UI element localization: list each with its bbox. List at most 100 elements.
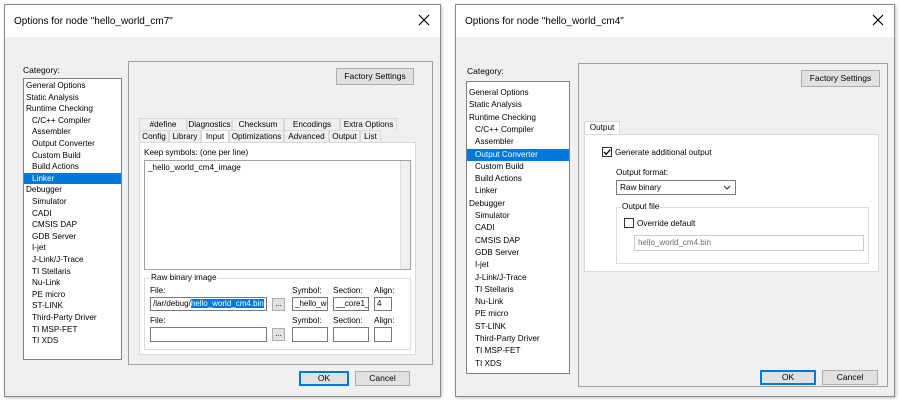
category-item[interactable]: TI XDS — [467, 358, 569, 370]
symbol-input-2[interactable] — [292, 327, 328, 342]
cancel-button[interactable]: Cancel — [355, 371, 410, 386]
title-bar: Options for node "hello_world_cm7" — [5, 5, 440, 37]
category-item[interactable]: CMSIS DAP — [24, 219, 121, 231]
raw-binary-file-input-2[interactable] — [150, 327, 267, 342]
category-item[interactable]: Assembler — [24, 126, 121, 138]
category-item[interactable]: C/C++ Compiler — [24, 115, 121, 127]
category-item[interactable]: CADI — [467, 222, 569, 234]
category-item[interactable]: Runtime Checking — [24, 103, 121, 115]
category-item[interactable]: GDB Server — [24, 231, 121, 243]
category-item[interactable]: Build Actions — [24, 161, 121, 173]
keep-symbols-textbox[interactable]: _hello_world_cm4_image — [144, 160, 411, 270]
category-item[interactable]: Runtime Checking — [467, 112, 569, 124]
category-item[interactable]: General Options — [467, 87, 569, 99]
keep-symbols-scrollbar[interactable] — [400, 161, 410, 269]
category-item[interactable]: TI Stellaris — [24, 266, 121, 278]
tab-checksum[interactable]: Checksum — [232, 118, 284, 130]
category-item[interactable]: CADI — [24, 208, 121, 220]
category-list[interactable]: General Options Static Analysis Runtime Ch… — [466, 81, 570, 374]
category-item[interactable]: PE micro — [24, 289, 121, 301]
category-item[interactable]: Custom Build — [467, 161, 569, 173]
override-default-label: Override default — [637, 219, 696, 228]
category-item[interactable]: I-jet — [467, 259, 569, 271]
category-item[interactable]: TI MSP-FET — [24, 324, 121, 336]
align-input-1[interactable]: 4 — [374, 297, 392, 311]
tab-output[interactable]: Output — [329, 130, 360, 142]
symbol-label-2: Symbol: — [292, 316, 322, 325]
category-item[interactable]: Nu-Link — [467, 296, 569, 308]
category-item[interactable]: Custom Build — [24, 150, 121, 162]
tab-define[interactable]: #define — [139, 118, 187, 130]
category-item[interactable]: CMSIS DAP — [467, 235, 569, 247]
category-item[interactable]: GDB Server — [467, 247, 569, 259]
category-item[interactable]: Static Analysis — [467, 99, 569, 111]
symbol-input-1[interactable]: _hello_wo — [292, 297, 328, 311]
factory-settings-button[interactable]: Factory Settings — [336, 68, 414, 85]
factory-settings-button[interactable]: Factory Settings — [801, 70, 880, 87]
tab-extra-options[interactable]: Extra Options — [340, 118, 397, 130]
tab-list[interactable]: List — [360, 130, 381, 142]
ok-button[interactable]: OK — [760, 370, 816, 385]
category-item[interactable]: General Options — [24, 80, 121, 92]
section-input-1[interactable]: __core1_ — [333, 297, 369, 311]
browse-button-2[interactable]: ... — [272, 328, 285, 341]
file-path-prefix: /lar/debug/ — [153, 299, 191, 308]
section-label: Section: — [333, 286, 363, 295]
category-list[interactable]: General Options Static Analysis Runtime Ch… — [23, 78, 122, 360]
output-file-group-title: Output file — [621, 202, 661, 211]
generate-output-label: Generate additional output — [615, 148, 712, 157]
align-label: Align: — [374, 286, 395, 295]
category-item[interactable]: Third-Party Driver — [24, 312, 121, 324]
category-item[interactable]: Simulator — [467, 210, 569, 222]
category-item[interactable]: TI XDS — [24, 335, 121, 347]
browse-button-1[interactable]: ... — [272, 298, 285, 311]
tab-config[interactable]: Config — [139, 130, 169, 142]
close-icon[interactable] — [416, 12, 432, 28]
output-format-value: Raw binary — [620, 183, 661, 192]
output-format-select[interactable]: Raw binary — [616, 180, 736, 195]
tab-advanced[interactable]: Advanced — [284, 130, 329, 142]
override-default-checkbox[interactable] — [624, 218, 634, 228]
category-item[interactable]: TI Stellaris — [467, 284, 569, 296]
category-item[interactable]: Linker — [467, 185, 569, 197]
cancel-button[interactable]: Cancel — [822, 370, 878, 385]
category-item[interactable]: C/C++ Compiler — [467, 124, 569, 136]
category-item[interactable]: PE micro — [467, 308, 569, 320]
ok-button[interactable]: OK — [299, 371, 349, 386]
category-item[interactable]: Assembler — [467, 136, 569, 148]
category-item[interactable]: ST-LINK — [467, 321, 569, 333]
category-item[interactable]: Simulator — [24, 196, 121, 208]
category-item[interactable]: Nu-Link — [24, 277, 121, 289]
options-dialog-cm7: Options for node "hello_world_cm7" Categ… — [4, 4, 441, 397]
tab-diagnostics[interactable]: Diagnostics — [187, 118, 232, 130]
tab-library[interactable]: Library — [169, 130, 201, 142]
dialog-title: Options for node "hello_world_cm7" — [14, 16, 173, 27]
file-label: File: — [150, 286, 166, 295]
generate-output-checkbox[interactable] — [602, 147, 612, 157]
checkmark-icon — [603, 149, 611, 156]
category-item[interactable]: J-Link/J-Trace — [467, 272, 569, 284]
category-item[interactable]: TI MSP-FET — [467, 345, 569, 357]
align-input-2[interactable] — [374, 327, 392, 342]
section-input-2[interactable] — [333, 327, 369, 342]
raw-binary-file-input-1[interactable]: /lar/debug/hello_world_cm4.bin — [150, 297, 267, 311]
input-tab-page: Keep symbols: (one per line) _hello_worl… — [139, 142, 416, 355]
tab-output[interactable]: Output — [584, 121, 620, 134]
category-item[interactable]: J-Link/J-Trace — [24, 254, 121, 266]
close-icon[interactable] — [870, 12, 886, 28]
category-item[interactable]: Output Converter — [467, 148, 569, 161]
category-item[interactable]: I-jet — [24, 242, 121, 254]
category-item[interactable]: Static Analysis — [24, 92, 121, 104]
tab-encodings[interactable]: Encodings — [284, 118, 340, 130]
category-item[interactable]: Build Actions — [467, 173, 569, 185]
category-item[interactable]: Debugger — [467, 198, 569, 210]
category-item[interactable]: Linker — [24, 172, 121, 185]
category-item[interactable]: Output Converter — [24, 138, 121, 150]
category-item[interactable]: Third-Party Driver — [467, 333, 569, 345]
category-item[interactable]: ST-LINK — [24, 300, 121, 312]
file-label-2: File: — [150, 316, 166, 325]
output-file-input[interactable]: hello_world_cm4.bin — [634, 235, 864, 251]
tab-optimizations[interactable]: Optimizations — [229, 130, 284, 142]
category-item[interactable]: Debugger — [24, 184, 121, 196]
title-bar: Options for node "hello_world_cm4" — [456, 5, 894, 37]
